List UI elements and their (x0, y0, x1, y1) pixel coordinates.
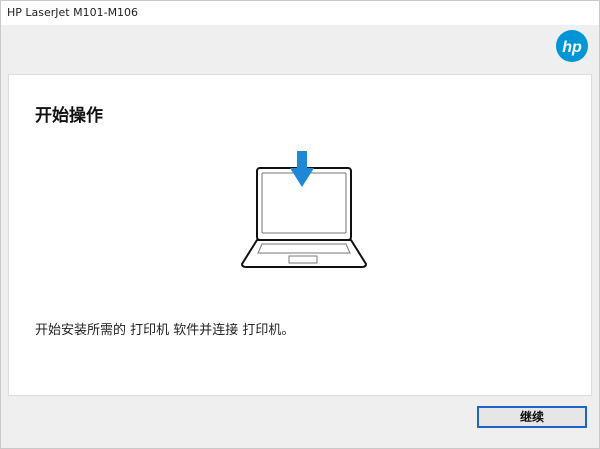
hp-logo-text: hp (562, 39, 582, 56)
laptop-download-icon (229, 151, 379, 271)
page-title: 开始操作 (35, 106, 103, 126)
hp-logo-icon: hp (555, 29, 589, 63)
installer-window: HP LaserJet M101-M106 hp 开始操作 开始安装所需的 打印… (0, 0, 600, 449)
continue-button[interactable]: 继续 (477, 406, 587, 428)
content-panel: 开始操作 开始安装所需的 打印机 软件并连接 打印机。 (8, 74, 592, 396)
title-bar: HP LaserJet M101-M106 (1, 1, 599, 25)
window-title: HP LaserJet M101-M106 (7, 6, 139, 19)
instruction-text: 开始安装所需的 打印机 软件并连接 打印机。 (35, 323, 295, 338)
